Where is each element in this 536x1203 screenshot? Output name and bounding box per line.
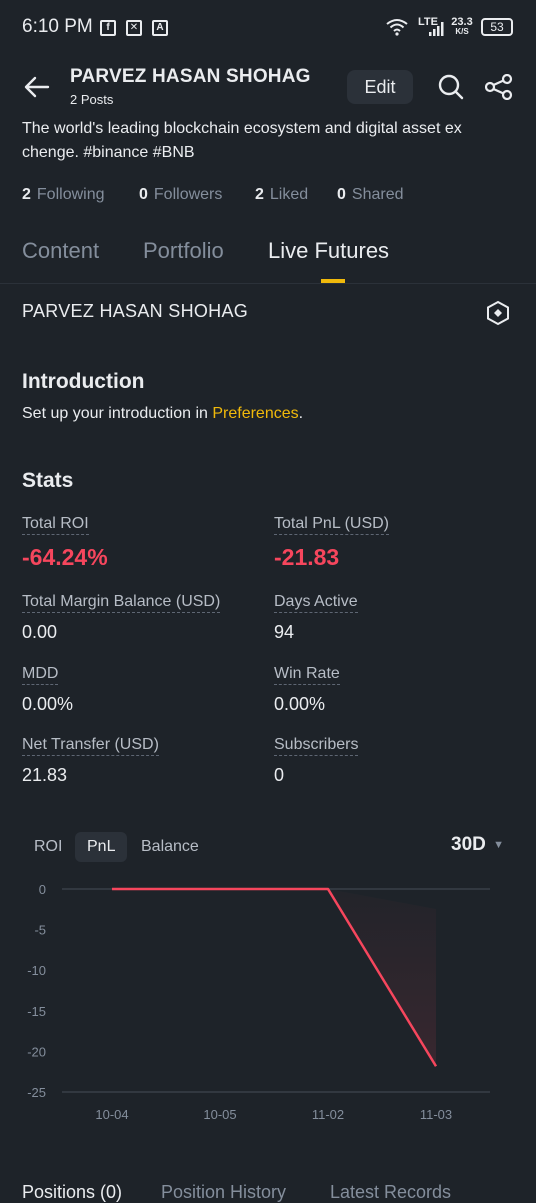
chart-tab-balance[interactable]: Balance xyxy=(129,832,211,862)
chart-series xyxy=(112,889,436,1066)
y-tick-label: 0 xyxy=(39,882,46,897)
stats-heading: Stats xyxy=(22,469,73,493)
y-tick-label: -5 xyxy=(34,923,46,938)
tab-content[interactable]: Content xyxy=(22,238,99,264)
tabs-divider xyxy=(0,283,536,284)
shared-num: 0 xyxy=(337,186,346,203)
period-value: 30D xyxy=(451,834,486,855)
win-rate-value: 0.00% xyxy=(274,694,325,715)
net-transfer-value: 21.83 xyxy=(22,765,67,786)
chart-x-ticks: 10-04 10-05 11-02 11-03 xyxy=(95,1107,452,1122)
x-tick-label: 11-02 xyxy=(312,1107,344,1122)
battery-level: 53 xyxy=(490,20,503,34)
margin-balance-value: 0.00 xyxy=(22,622,57,643)
network-speed: 23.3 K/S xyxy=(450,17,474,37)
introduction-heading: Introduction xyxy=(22,370,144,394)
total-pnl-value: -21.83 xyxy=(274,544,339,571)
following-label: Following xyxy=(37,186,105,203)
x-tick-label: 10-04 xyxy=(95,1107,128,1122)
x-tick-label: 10-05 xyxy=(203,1107,236,1122)
subscribers-value: 0 xyxy=(274,765,284,786)
followers-num: 0 xyxy=(139,186,148,203)
y-tick-label: -20 xyxy=(27,1044,46,1059)
x-tick-label: 11-03 xyxy=(420,1107,452,1122)
subscribers-label[interactable]: Subscribers xyxy=(274,736,358,756)
total-pnl-label[interactable]: Total PnL (USD) xyxy=(274,515,389,535)
edit-button[interactable]: Edit xyxy=(347,70,413,104)
facebook-icon: f xyxy=(100,20,116,36)
days-active-label[interactable]: Days Active xyxy=(274,593,358,613)
liked-count[interactable]: 2 Liked xyxy=(255,186,308,204)
chart-tab-roi[interactable]: ROI xyxy=(22,832,74,862)
shared-label: Shared xyxy=(352,186,404,203)
y-tick-label: -10 xyxy=(27,963,46,978)
binance-hex-icon[interactable] xyxy=(486,300,510,326)
profile-bio: The world's leading blockchain ecosystem… xyxy=(22,117,522,165)
introduction-text: Set up your introduction in Preferences. xyxy=(22,405,303,423)
win-rate-label[interactable]: Win Rate xyxy=(274,665,340,685)
pnl-chart: 0 -5 -10 -15 -20 -25 10-04 10-05 11-02 11-03 xyxy=(0,870,536,1130)
back-arrow-icon[interactable] xyxy=(24,76,50,98)
wifi-icon xyxy=(386,18,408,36)
liked-num: 2 xyxy=(255,186,264,203)
shared-count[interactable]: 0 Shared xyxy=(337,186,404,204)
following-num: 2 xyxy=(22,186,31,203)
profile-name: PARVEZ HASAN SHOHAG xyxy=(70,66,311,88)
speed-unit: K/S xyxy=(450,27,474,37)
tab-live-futures[interactable]: Live Futures xyxy=(268,238,389,264)
period-selector[interactable]: 30D ▼ xyxy=(451,834,504,856)
search-icon[interactable] xyxy=(438,74,464,100)
net-transfer-label[interactable]: Net Transfer (USD) xyxy=(22,736,159,756)
total-roi-label[interactable]: Total ROI xyxy=(22,515,89,535)
chart-tab-pnl[interactable]: PnL xyxy=(75,832,127,862)
y-tick-label: -25 xyxy=(27,1085,46,1100)
followers-label: Followers xyxy=(154,186,222,203)
y-tick-label: -15 xyxy=(27,1004,46,1019)
translate-icon: A xyxy=(152,20,168,36)
total-roi-value: -64.24% xyxy=(22,544,108,571)
liked-label: Liked xyxy=(270,186,308,203)
posts-count: 2 Posts xyxy=(70,92,113,107)
section-profile-name: PARVEZ HASAN SHOHAG xyxy=(22,301,248,322)
tab-portfolio[interactable]: Portfolio xyxy=(143,238,224,264)
share-icon[interactable] xyxy=(485,74,513,100)
status-time: 6:10 PM xyxy=(22,16,93,38)
speed-value: 23.3 xyxy=(450,17,474,27)
status-bar: 6:10 PM f ✕ A LTE 23.3 K/S 53 xyxy=(0,0,536,56)
margin-balance-label[interactable]: Total Margin Balance (USD) xyxy=(22,593,220,613)
mdd-value: 0.00% xyxy=(22,694,73,715)
intro-prefix: Set up your introduction in xyxy=(22,405,212,422)
followers-count[interactable]: 0 Followers xyxy=(139,186,222,204)
mdd-label[interactable]: MDD xyxy=(22,665,58,685)
signal-icon xyxy=(428,22,444,36)
capcut-icon: ✕ xyxy=(126,20,142,36)
intro-suffix: . xyxy=(299,405,303,422)
preferences-link[interactable]: Preferences xyxy=(212,405,298,422)
days-active-value: 94 xyxy=(274,622,294,643)
following-count[interactable]: 2 Following xyxy=(22,186,105,204)
chart-y-ticks: 0 -5 -10 -15 -20 -25 xyxy=(27,882,46,1100)
chevron-down-icon: ▼ xyxy=(493,839,504,851)
battery-icon: 53 xyxy=(481,18,513,36)
